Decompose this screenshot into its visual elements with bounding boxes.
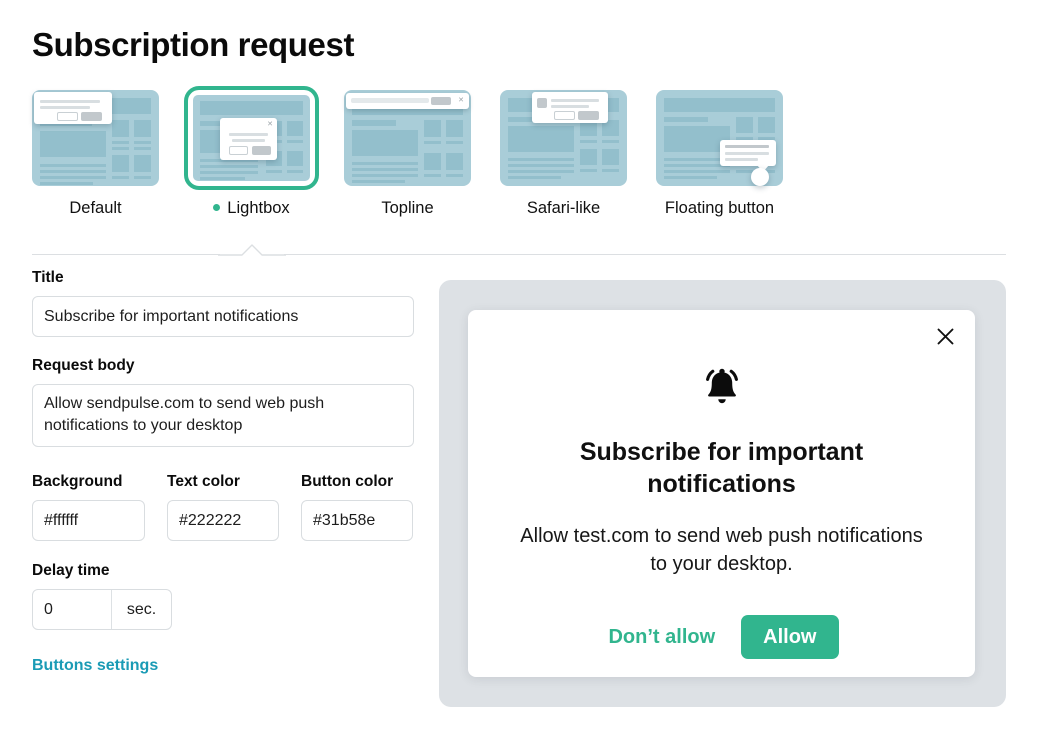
bell-icon bbox=[468, 366, 975, 408]
close-icon[interactable] bbox=[929, 320, 961, 352]
template-floating-button-thumbnail[interactable] bbox=[656, 90, 783, 186]
template-selector: Default ✕ Lightbox ✕ Topline Safari-like… bbox=[32, 86, 783, 218]
template-option-floating-button[interactable]: Floating button bbox=[656, 90, 783, 218]
section-divider bbox=[32, 243, 1006, 257]
page-title: Subscription request bbox=[32, 26, 355, 63]
delay-time-group: sec. bbox=[32, 589, 172, 630]
template-lightbox-thumbnail[interactable]: ✕ bbox=[184, 86, 319, 190]
preview-panel: Subscribe for important notifications Al… bbox=[439, 280, 1006, 707]
selected-indicator-dot bbox=[213, 204, 221, 212]
divider-line-right bbox=[284, 254, 1006, 255]
buttons-settings-link[interactable]: Buttons settings bbox=[32, 657, 158, 675]
template-option-lightbox[interactable]: ✕ Lightbox bbox=[184, 86, 319, 218]
request-body-textarea[interactable] bbox=[32, 384, 414, 447]
template-option-label: Floating button bbox=[664, 199, 775, 217]
subscription-request-page: Subscription request Default ✕ Lightbox … bbox=[0, 0, 1038, 740]
template-option-safari-like[interactable]: Safari-like bbox=[500, 90, 627, 218]
button-color-field-label: Button color bbox=[301, 473, 394, 490]
delay-time-input[interactable] bbox=[33, 590, 111, 629]
allow-button[interactable]: Allow bbox=[741, 615, 839, 659]
request-body-field-label: Request body bbox=[32, 357, 135, 374]
template-option-default[interactable]: Default bbox=[32, 90, 159, 218]
template-topline-thumbnail[interactable]: ✕ bbox=[344, 90, 471, 186]
delay-time-field-label: Delay time bbox=[32, 562, 110, 579]
template-option-topline[interactable]: ✕ Topline bbox=[344, 90, 471, 218]
dont-allow-button[interactable]: Don’t allow bbox=[604, 618, 719, 657]
template-safari-like-thumbnail[interactable] bbox=[500, 90, 627, 186]
button-color-field: Button color bbox=[301, 473, 413, 541]
text-color-field: Text color bbox=[167, 473, 279, 541]
template-option-label: Topline bbox=[381, 199, 434, 217]
title-field-label: Title bbox=[32, 269, 64, 286]
preview-modal-actions: Don’t allow Allow bbox=[468, 615, 975, 659]
background-color-field: Background bbox=[32, 473, 145, 541]
background-field-label: Background bbox=[32, 473, 123, 490]
text-color-input[interactable] bbox=[167, 500, 279, 541]
preview-modal: Subscribe for important notifications Al… bbox=[468, 310, 975, 677]
template-option-label: Lightbox bbox=[188, 199, 315, 218]
selected-template-caret-icon bbox=[218, 243, 286, 256]
divider-line-left bbox=[32, 254, 220, 255]
text-color-field-label: Text color bbox=[167, 473, 240, 490]
delay-time-unit-label: sec. bbox=[111, 590, 171, 629]
background-color-input[interactable] bbox=[32, 500, 145, 541]
template-option-label: Safari-like bbox=[526, 199, 601, 217]
title-input[interactable] bbox=[32, 296, 414, 337]
settings-form: Title Request body Background Text color… bbox=[32, 269, 414, 675]
color-fields-row: Background Text color Button color bbox=[32, 473, 414, 541]
preview-modal-title: Subscribe for important notifications bbox=[579, 438, 864, 498]
button-color-input[interactable] bbox=[301, 500, 413, 541]
preview-modal-body: Allow test.com to send web push notifica… bbox=[520, 525, 923, 575]
template-default-thumbnail[interactable] bbox=[32, 90, 159, 186]
delay-time-field: Delay time sec. bbox=[32, 562, 414, 630]
template-option-label: Default bbox=[69, 199, 122, 217]
